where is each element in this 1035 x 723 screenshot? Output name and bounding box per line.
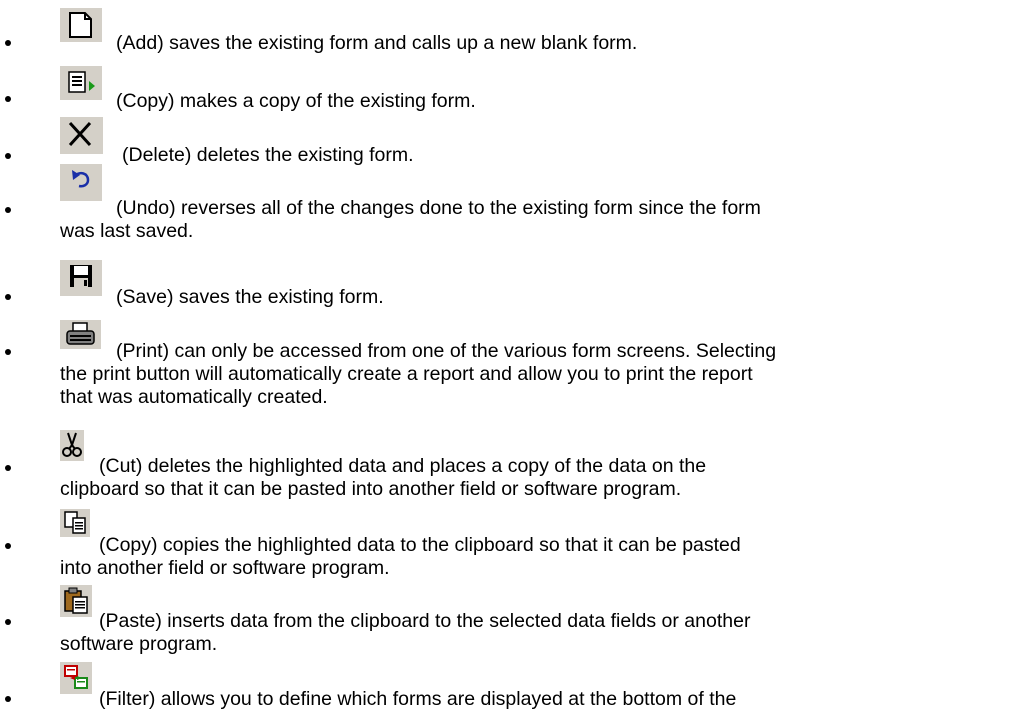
bullet bbox=[5, 696, 11, 702]
document-page: (Add) saves the existing form and calls … bbox=[0, 0, 1035, 723]
copy-icon bbox=[60, 509, 90, 537]
bullet bbox=[5, 465, 11, 471]
bullet bbox=[5, 40, 11, 46]
bullet bbox=[5, 619, 11, 625]
list-item-text: (Print) can only be accessed from one of… bbox=[60, 340, 777, 408]
list-item-text: (Paste) inserts data from the clipboard … bbox=[60, 610, 751, 655]
list-item-text: (Cut) deletes the highlighted data and p… bbox=[60, 455, 707, 500]
bullet bbox=[5, 153, 11, 159]
bullet bbox=[5, 207, 11, 213]
list-item-text: (Delete) deletes the existing form. bbox=[122, 144, 414, 166]
undo-icon bbox=[60, 164, 102, 201]
list-item-text: (Save) saves the existing form. bbox=[116, 286, 384, 308]
bullet bbox=[5, 96, 11, 102]
list-item-text: (Filter) allows you to define which form… bbox=[99, 688, 737, 710]
bullet bbox=[5, 294, 11, 300]
list-item-text: (Add) saves the existing form and calls … bbox=[116, 32, 638, 54]
list-item-text: (Copy) makes a copy of the existing form… bbox=[116, 90, 476, 112]
bullet bbox=[5, 543, 11, 549]
bullet bbox=[5, 349, 11, 355]
list-item-text: (Copy) copies the highlighted data to th… bbox=[60, 534, 741, 579]
list-item-text: (Undo) reverses all of the changes done … bbox=[60, 197, 761, 242]
